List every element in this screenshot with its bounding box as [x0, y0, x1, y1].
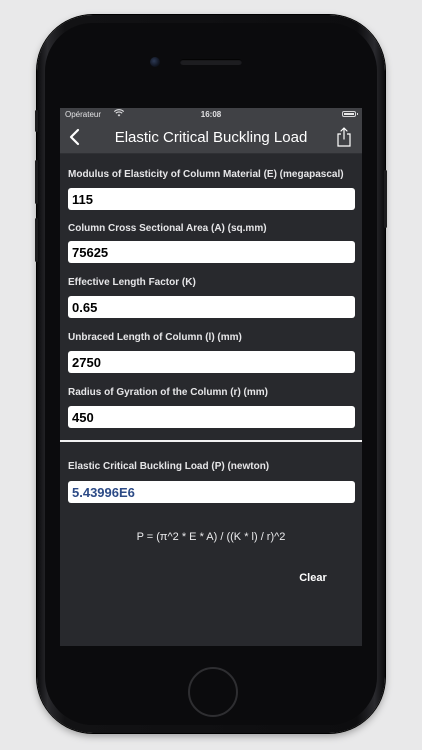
modulus-input[interactable] [68, 188, 355, 210]
status-bar: Opérateur 16:08 [60, 108, 362, 121]
page-title: Elastic Critical Buckling Load [114, 129, 308, 146]
volume-up-button [35, 160, 38, 204]
modulus-label: Modulus of Elasticity of Column Material… [68, 169, 344, 180]
front-camera [150, 57, 160, 67]
result-label: Elastic Critical Buckling Load (P) (newt… [68, 461, 270, 472]
clear-button[interactable]: Clear [290, 572, 336, 584]
length-factor-label: Effective Length Factor (K) [68, 277, 196, 288]
area-label: Column Cross Sectional Area (A) (sq.mm) [68, 223, 267, 234]
home-button[interactable] [188, 667, 238, 717]
silent-switch [35, 110, 38, 132]
battery-icon [342, 111, 358, 117]
navigation-bar: Elastic Critical Buckling Load [60, 121, 362, 154]
status-time: 16:08 [200, 110, 222, 119]
radius-gyration-label: Radius of Gyration of the Column (r) (mm… [68, 387, 268, 398]
formula-text: P = (π^2 * E * A) / ((K * l) / r)^2 [136, 531, 286, 543]
section-divider [60, 440, 362, 442]
share-icon[interactable] [336, 126, 352, 148]
area-input[interactable] [68, 241, 355, 263]
back-chevron-icon[interactable] [67, 127, 83, 147]
result-output[interactable] [68, 481, 355, 503]
power-button [384, 170, 387, 228]
length-factor-input[interactable] [68, 296, 355, 318]
unbraced-length-label: Unbraced Length of Column (l) (mm) [68, 332, 242, 343]
app-screen: Opérateur 16:08 Elastic Critical Bucklin… [60, 108, 362, 646]
radius-gyration-input[interactable] [68, 406, 355, 428]
earpiece-speaker [180, 59, 242, 65]
volume-down-button [35, 218, 38, 262]
unbraced-length-input[interactable] [68, 351, 355, 373]
